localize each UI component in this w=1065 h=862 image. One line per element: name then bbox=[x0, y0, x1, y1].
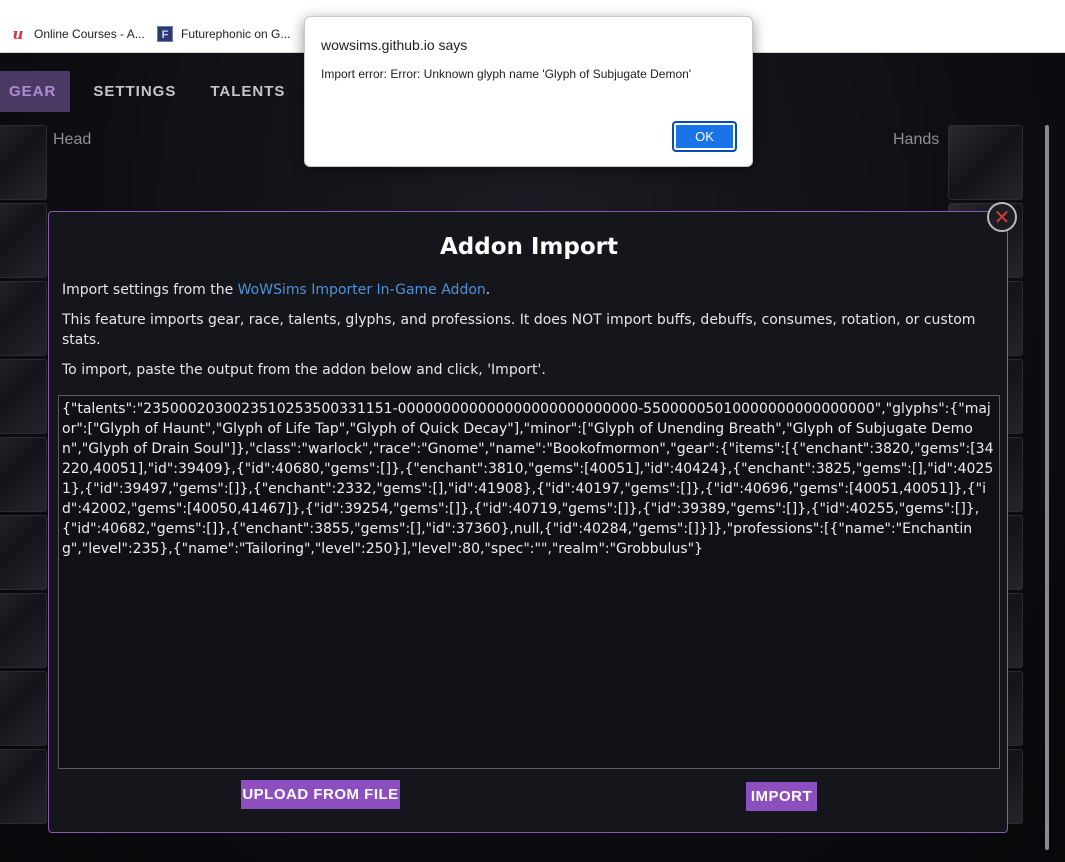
feature-note: This feature imports gear, race, talents… bbox=[62, 312, 976, 348]
bookmark-online-courses[interactable]: u Online Courses - A... bbox=[10, 24, 145, 44]
intro-prefix: Import settings from the bbox=[62, 282, 238, 298]
import-button[interactable]: IMPORT bbox=[746, 782, 817, 811]
gear-slot-icon[interactable] bbox=[0, 515, 47, 590]
page-scrollbar[interactable] bbox=[1045, 125, 1049, 850]
gear-slot-icon[interactable] bbox=[0, 437, 47, 512]
tab-talents[interactable]: TALENTS bbox=[193, 71, 302, 112]
import-intro: Import settings from the WoWSims Importe… bbox=[62, 280, 992, 300]
bookmark-label: Online Courses - A... bbox=[34, 27, 145, 41]
head-slot-label: Head bbox=[53, 131, 92, 148]
addon-link[interactable]: WoWSims Importer In-Game Addon bbox=[238, 282, 486, 298]
hands-slot-label: Hands bbox=[893, 131, 940, 148]
intro-suffix: . bbox=[485, 282, 491, 298]
import-instructions: To import, paste the output from the add… bbox=[62, 362, 546, 378]
gear-slot-icon[interactable] bbox=[0, 281, 47, 356]
futurephonic-icon: F bbox=[157, 26, 173, 42]
ok-button[interactable]: OK bbox=[672, 121, 737, 152]
main-tabs: GEAR SETTINGS TALENTS bbox=[0, 71, 302, 112]
dialog-title: wowsims.github.io says bbox=[321, 37, 468, 53]
bookmark-futurephonic[interactable]: F Futurephonic on G... bbox=[157, 24, 290, 44]
addon-import-modal: Addon Import Import settings from the Wo… bbox=[48, 211, 1008, 833]
udemy-icon: u bbox=[12, 25, 24, 43]
alert-dialog: wowsims.github.io says Import error: Err… bbox=[304, 16, 753, 167]
import-textarea[interactable]: {"talents":"2350002030023510253500331151… bbox=[58, 395, 1000, 769]
gear-slot-icon[interactable] bbox=[0, 749, 47, 824]
bookmark-label: Futurephonic on G... bbox=[181, 27, 291, 41]
upload-from-file-button[interactable]: UPLOAD FROM FILE bbox=[241, 780, 400, 809]
tab-gear[interactable]: GEAR bbox=[0, 71, 71, 112]
gear-slot-icon[interactable] bbox=[0, 359, 47, 434]
gear-slot-icon[interactable] bbox=[948, 125, 1023, 200]
gear-slot-icon[interactable] bbox=[0, 125, 47, 200]
close-icon[interactable]: ✕ bbox=[987, 202, 1017, 232]
gear-slot-icon[interactable] bbox=[0, 671, 47, 746]
dialog-message: Import error: Error: Unknown glyph name … bbox=[321, 67, 692, 81]
gear-slot-icon[interactable] bbox=[0, 593, 47, 668]
gear-slot-icon[interactable] bbox=[0, 203, 47, 278]
modal-title: Addon Import bbox=[439, 234, 619, 260]
tab-settings[interactable]: SETTINGS bbox=[76, 71, 193, 112]
